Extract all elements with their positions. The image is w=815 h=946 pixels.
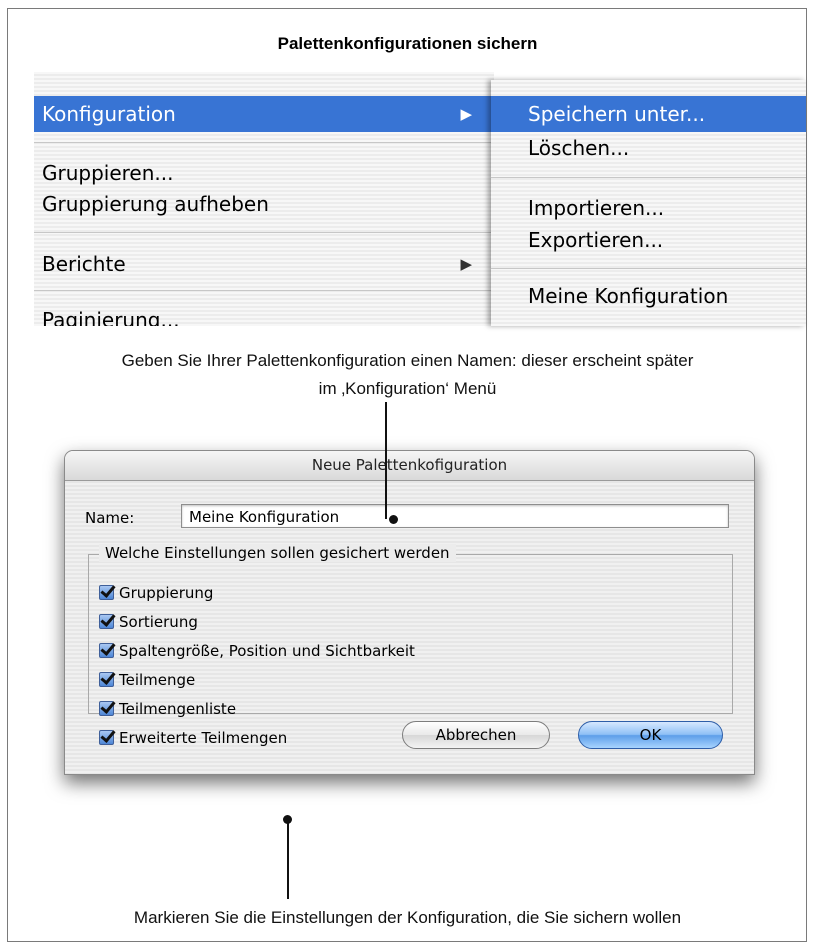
menu-item-gruppierung-aufheben[interactable]: Gruppierung aufheben (34, 186, 494, 222)
checkbox-checked-icon (99, 672, 114, 687)
checkbox-checked-icon (99, 730, 114, 745)
settings-group-title: Welche Einstellungen sollen gesichert we… (99, 544, 456, 562)
checkbox-gruppierung[interactable]: Gruppierung (99, 582, 213, 604)
dialog-title: Neue Palettenkofiguration (65, 451, 754, 481)
menu-separator (34, 142, 494, 143)
checkbox-checked-icon (99, 585, 114, 600)
menu-item-label: Gruppierung aufheben (42, 192, 269, 216)
annotation-dot-name (389, 515, 398, 524)
context-menu: Konfiguration ▶ Gruppieren... Gruppierun… (34, 72, 494, 326)
annotation-line-name (385, 402, 387, 519)
menu-item-label: Exportieren... (528, 228, 664, 252)
menu-item-label: Speichern unter... (528, 102, 706, 126)
document-title: Palettenkonfigurationen sichern (277, 34, 538, 53)
cancel-button[interactable]: Abbrechen (402, 721, 550, 749)
checkbox-erweiterte-teilmengen[interactable]: Erweiterte Teilmengen (99, 727, 287, 749)
checkbox-label: Sortierung (119, 613, 198, 631)
submenu-item-exportieren[interactable]: Exportieren... (491, 222, 806, 258)
name-label: Name: (85, 509, 135, 527)
menu-item-konfiguration[interactable]: Konfiguration ▶ (34, 96, 494, 132)
checkbox-label: Erweiterte Teilmengen (119, 729, 288, 747)
annotation-line-settings (287, 819, 289, 899)
submenu-arrow-icon: ▶ (460, 255, 472, 273)
menu-item-label: Berichte (42, 252, 126, 276)
caption-line: Geben Sie Ihrer Palettenkonfiguration ei… (121, 351, 694, 370)
submenu-konfiguration: Speichern unter... Löschen... Importiere… (491, 80, 806, 326)
submenu-item-loeschen[interactable]: Löschen... (491, 130, 806, 166)
menu-item-paginierung[interactable]: Paginierung... (34, 302, 494, 326)
checkbox-checked-icon (99, 614, 114, 629)
menu-separator (491, 177, 806, 178)
submenu-item-speichern-unter[interactable]: Speichern unter... (491, 96, 806, 132)
menu-item-berichte[interactable]: Berichte ▶ (34, 246, 494, 282)
caption-line: im ‚Konfiguration‘ Menü (318, 379, 497, 398)
caption-settings-hint: Markieren Sie die Einstellungen der Konf… (133, 908, 682, 927)
checkbox-label: Teilmengenliste (119, 700, 237, 718)
menu-item-label: Konfiguration (42, 102, 176, 126)
submenu-item-meine-konfiguration[interactable]: Meine Konfiguration (491, 278, 806, 314)
submenu-item-importieren[interactable]: Importieren... (491, 190, 806, 226)
menu-item-label: Gruppieren... (42, 161, 174, 185)
caption-name-hint: Geben Sie Ihrer Palettenkonfiguration ei… (0, 347, 815, 403)
checkbox-sortierung[interactable]: Sortierung (99, 611, 198, 633)
annotation-dot-settings (283, 815, 292, 824)
checkbox-teilmengenliste[interactable]: Teilmengenliste (99, 698, 236, 720)
checkbox-spaltengroesse[interactable]: Spaltengröße, Position und Sichtbarkeit (99, 640, 415, 662)
checkbox-checked-icon (99, 701, 114, 716)
checkbox-label: Spaltengröße, Position und Sichtbarkeit (119, 642, 415, 660)
menu-separator (34, 232, 494, 233)
menu-separator (491, 268, 806, 269)
checkbox-label: Teilmenge (119, 671, 196, 689)
checkbox-checked-icon (99, 643, 114, 658)
submenu-arrow-icon: ▶ (460, 105, 472, 123)
menu-item-label: Löschen... (528, 136, 630, 160)
menu-item-label: Importieren... (528, 196, 665, 220)
new-palette-config-dialog: Neue Palettenkofiguration Name: Meine Ko… (64, 450, 755, 775)
ok-button[interactable]: OK (578, 721, 723, 749)
menu-separator (34, 290, 494, 291)
menu-item-label: Paginierung... (42, 308, 180, 326)
checkbox-teilmenge[interactable]: Teilmenge (99, 669, 195, 691)
checkbox-label: Gruppierung (119, 584, 214, 602)
menu-item-label: Meine Konfiguration (528, 284, 729, 308)
name-input[interactable]: Meine Konfiguration (181, 504, 729, 528)
